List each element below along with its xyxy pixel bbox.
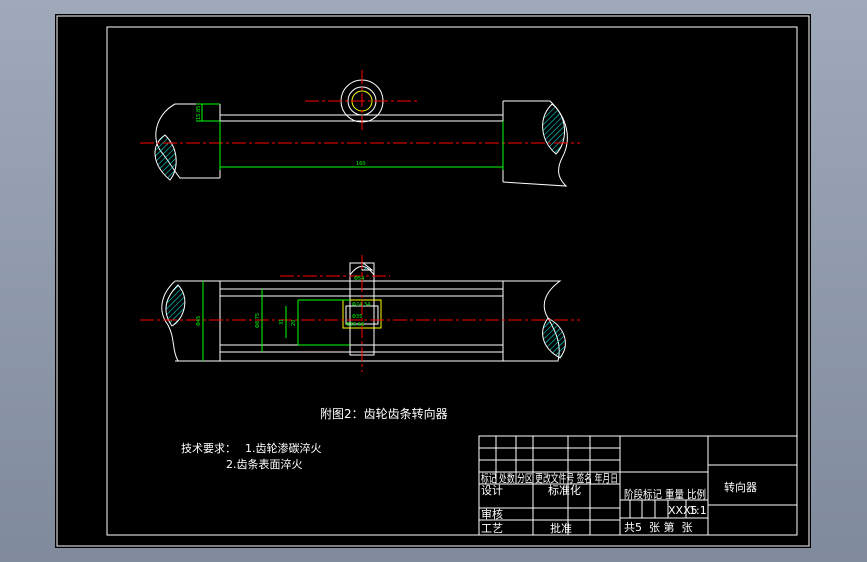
dim-bottom-inner: 20 <box>291 320 297 326</box>
tb-part-name: 转向器 <box>724 480 757 494</box>
dim-bottom-shaft: Φ8.75 <box>255 313 261 328</box>
dim-gear-b: Φ35 <box>352 314 362 320</box>
dim-gear-top: Φ54 <box>354 276 364 282</box>
tb-design: 设计 <box>481 484 503 497</box>
drawing-caption: 附图2：齿轮齿条转向器 <box>320 406 448 421</box>
tech-requirement-2: 2.齿条表面淬火 <box>226 457 303 471</box>
dim-bottom-mid: 31 <box>279 319 285 325</box>
tb-sheets: 共5 张 第 张 <box>624 520 692 534</box>
tb-approve: 批准 <box>550 521 572 535</box>
tb-process: 工艺 <box>481 522 503 535</box>
dim-gear-a: Φ24.34 <box>352 302 370 308</box>
tb-standardize: 标准化 <box>548 483 581 497</box>
dim-top-length: 160 <box>356 161 366 167</box>
drawing-sheet: 15.85 160 Φ45 Φ8.75 31 20 Φ54 Φ24.34 Φ35… <box>55 14 811 548</box>
tb-stage-mark: 阶段标记 重量 比例 <box>624 487 706 501</box>
dim-gear-c: Φ35.66 <box>346 322 364 328</box>
dim-top-height: 15.85 <box>196 106 202 120</box>
tech-requirement-1: 1.齿轮渗碳淬火 <box>245 441 322 455</box>
tb-review: 审核 <box>481 507 503 521</box>
tb-scale: 1:1 <box>689 504 707 517</box>
tb-row-headers: 标记 处数 分区 更改文件号 签名 年月日 <box>481 471 618 485</box>
tech-requirements-title: 技术要求： <box>181 442 236 455</box>
dim-bottom-outer: Φ45 <box>196 316 202 326</box>
